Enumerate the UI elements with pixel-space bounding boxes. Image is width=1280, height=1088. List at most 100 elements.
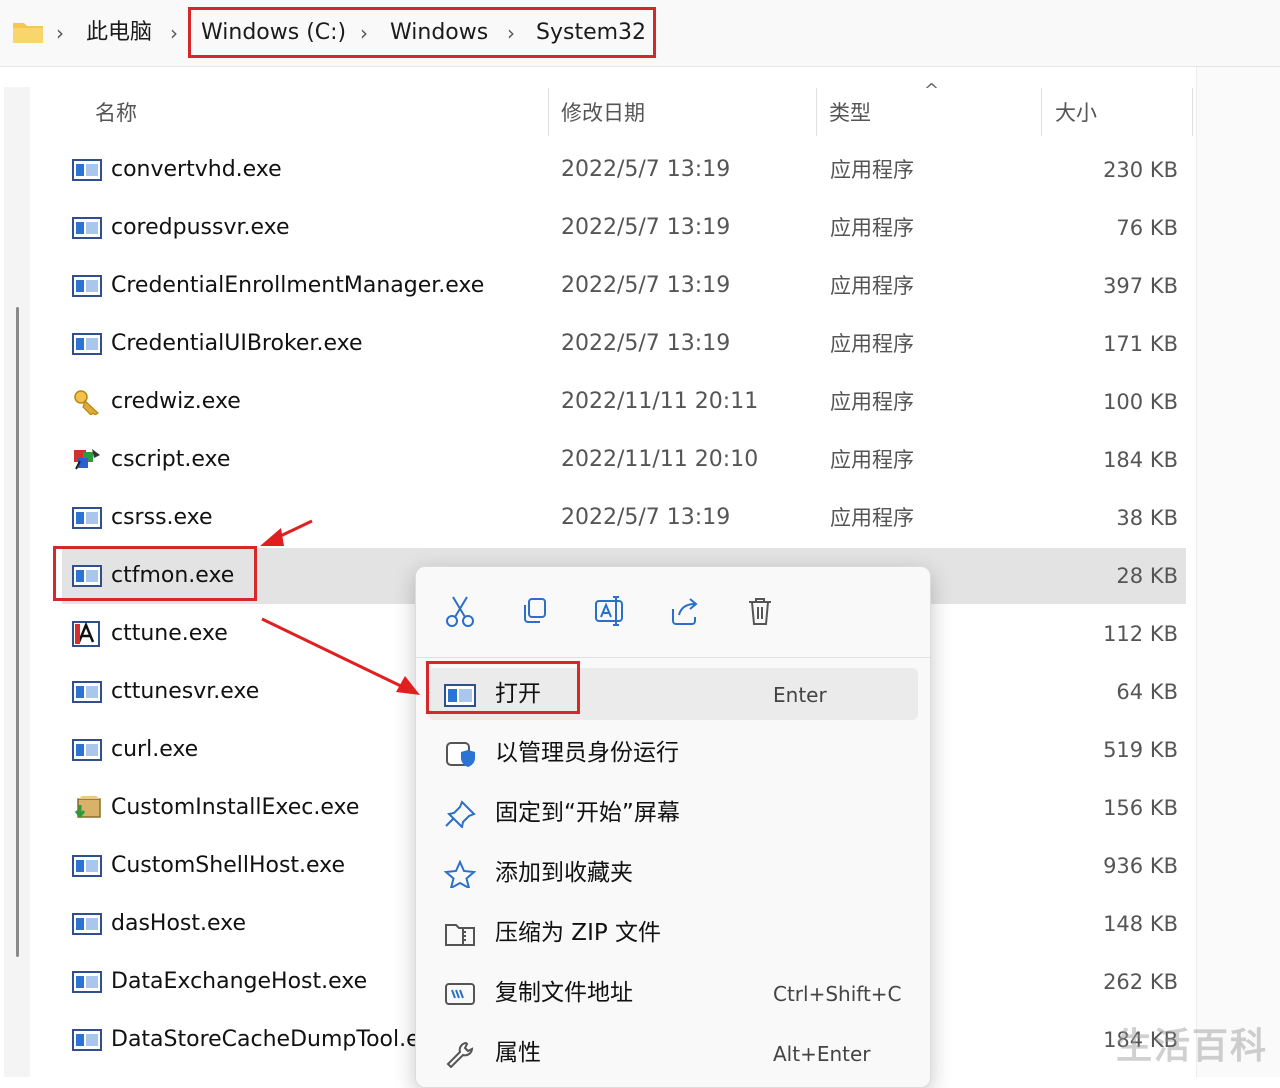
- file-size: 100 KB: [1103, 390, 1178, 414]
- menu-item-label: 以管理员身份运行: [495, 740, 679, 766]
- file-type: 应用程序: [830, 216, 914, 240]
- app-window-icon: [72, 853, 102, 879]
- column-divider[interactable]: [1041, 88, 1042, 136]
- menu-item-label: 属性: [495, 1040, 541, 1066]
- file-name: dasHost.exe: [111, 911, 247, 936]
- app-window-icon: [72, 737, 102, 763]
- app-window-icon: [72, 331, 102, 357]
- file-date: 2022/5/7 13:19: [561, 157, 731, 182]
- file-size: 76 KB: [1116, 216, 1178, 240]
- file-size: 112 KB: [1103, 622, 1178, 646]
- app-window-icon: [72, 1027, 102, 1053]
- column-header-type[interactable]: 类型: [829, 98, 871, 128]
- file-name: coredpussvr.exe: [111, 215, 290, 240]
- sort-ascending-icon: ^: [924, 80, 940, 101]
- file-type: 应用程序: [830, 506, 914, 530]
- delete-icon[interactable]: [740, 591, 780, 631]
- column-header-size[interactable]: 大小: [1055, 98, 1097, 128]
- file-type: 应用程序: [830, 448, 914, 472]
- file-name: credwiz.exe: [111, 389, 241, 414]
- file-name: csrss.exe: [111, 505, 213, 530]
- menu-item-pin-to-start[interactable]: 固定到“开始”屏幕: [428, 787, 918, 839]
- cut-icon[interactable]: [440, 591, 480, 631]
- context-menu[interactable]: 打开 Enter 以管理员身份运行 固定到“开始”屏幕 添加到收藏夹 压缩为 Z…: [415, 566, 931, 1088]
- font-a-icon: [72, 621, 102, 647]
- file-size: 171 KB: [1103, 332, 1178, 356]
- file-size: 156 KB: [1103, 796, 1178, 820]
- copy-icon[interactable]: [515, 591, 555, 631]
- file-size: 230 KB: [1103, 158, 1178, 182]
- rename-icon[interactable]: [590, 591, 630, 631]
- file-name: DataExchangeHost.exe: [111, 969, 368, 994]
- file-date: 2022/11/11 20:10: [561, 447, 759, 472]
- file-size: 64 KB: [1116, 680, 1178, 704]
- column-divider[interactable]: [816, 88, 817, 136]
- file-size: 519 KB: [1103, 738, 1178, 762]
- file-size: 28 KB: [1116, 564, 1178, 588]
- menu-item-shortcut: Ctrl+Shift+C: [773, 982, 902, 1006]
- zip-folder-icon: [445, 924, 475, 946]
- menu-item-shortcut: Alt+Enter: [773, 1042, 871, 1066]
- menu-item-compress-zip[interactable]: 压缩为 ZIP 文件: [428, 907, 918, 959]
- menu-item-label: 固定到“开始”屏幕: [495, 800, 680, 826]
- breadcrumb-this-pc[interactable]: 此电脑: [86, 18, 152, 48]
- menu-item-properties[interactable]: 属性 Alt+Enter: [428, 1027, 918, 1079]
- shield-icon: [446, 742, 475, 767]
- menu-item-copy-path[interactable]: 复制文件地址 Ctrl+Shift+C: [428, 967, 918, 1019]
- column-header-date[interactable]: 修改日期: [561, 98, 645, 128]
- file-type: 应用程序: [830, 390, 914, 414]
- chevron-right-icon[interactable]: ›: [170, 18, 178, 48]
- app-window-icon: [72, 911, 102, 937]
- wrench-icon: [446, 1041, 474, 1068]
- menu-item-add-to-favorites[interactable]: 添加到收藏夹: [428, 847, 918, 899]
- app-window-icon: [72, 969, 102, 995]
- file-type: 应用程序: [830, 332, 914, 356]
- file-date: 2022/5/7 13:19: [561, 505, 731, 530]
- file-size: 38 KB: [1116, 506, 1178, 530]
- column-header-name[interactable]: 名称: [95, 98, 137, 128]
- table-row[interactable]: convertvhd.exe 2022/5/7 13:19 应用程序 230 KB: [62, 142, 1186, 198]
- path-highlight-box: [188, 7, 656, 58]
- table-row[interactable]: csrss.exe 2022/5/7 13:19 应用程序 38 KB: [62, 490, 1186, 546]
- menu-item-label: 添加到收藏夹: [495, 860, 633, 886]
- file-size: 184 KB: [1103, 448, 1178, 472]
- menu-item-label: 压缩为 ZIP 文件: [495, 920, 662, 946]
- right-gutter: [1196, 67, 1280, 1077]
- file-size: 936 KB: [1103, 854, 1178, 878]
- open-item-highlight-box: [426, 661, 580, 714]
- key-icon: [72, 389, 102, 416]
- table-row[interactable]: CredentialEnrollmentManager.exe 2022/5/7 …: [62, 258, 1186, 314]
- installer-icon: [72, 795, 102, 821]
- scrollbar-thumb[interactable]: [16, 307, 19, 957]
- watermark: 生活百科: [1115, 1026, 1268, 1067]
- star-icon: [444, 860, 476, 888]
- app-window-icon: [72, 157, 102, 183]
- folder-icon[interactable]: [12, 20, 44, 44]
- app-window-icon: [72, 215, 102, 241]
- file-date: 2022/5/7 13:19: [561, 273, 731, 298]
- path-icon: [445, 983, 475, 1005]
- file-date: 2022/5/7 13:19: [561, 215, 731, 240]
- table-row[interactable]: coredpussvr.exe 2022/5/7 13:19 应用程序 76 KB: [62, 200, 1186, 256]
- menu-item-run-as-admin[interactable]: 以管理员身份运行: [428, 727, 918, 779]
- app-window-icon: [72, 273, 102, 299]
- file-size: 397 KB: [1103, 274, 1178, 298]
- file-date: 2022/5/7 13:19: [561, 331, 731, 356]
- file-name: CustomInstallExec.exe: [111, 795, 360, 820]
- script-icon: [72, 447, 102, 473]
- file-name: cttune.exe: [111, 621, 228, 646]
- table-row[interactable]: CredentialUIBroker.exe 2022/5/7 13:19 应用程序…: [62, 316, 1186, 372]
- chevron-right-icon[interactable]: ›: [56, 18, 64, 48]
- file-size: 262 KB: [1103, 970, 1178, 994]
- file-name: curl.exe: [111, 737, 199, 762]
- file-type: 应用程序: [830, 158, 914, 182]
- file-date: 2022/11/11 20:11: [561, 389, 759, 414]
- file-name: cscript.exe: [111, 447, 231, 472]
- app-window-icon: [72, 505, 102, 531]
- column-divider[interactable]: [1192, 88, 1193, 136]
- column-divider[interactable]: [548, 88, 549, 136]
- share-icon[interactable]: [665, 591, 705, 631]
- table-row[interactable]: cscript.exe 2022/11/11 20:10 应用程序 184 KB: [62, 432, 1186, 488]
- file-name: convertvhd.exe: [111, 157, 282, 182]
- table-row[interactable]: credwiz.exe 2022/11/11 20:11 应用程序 100 KB: [62, 374, 1186, 430]
